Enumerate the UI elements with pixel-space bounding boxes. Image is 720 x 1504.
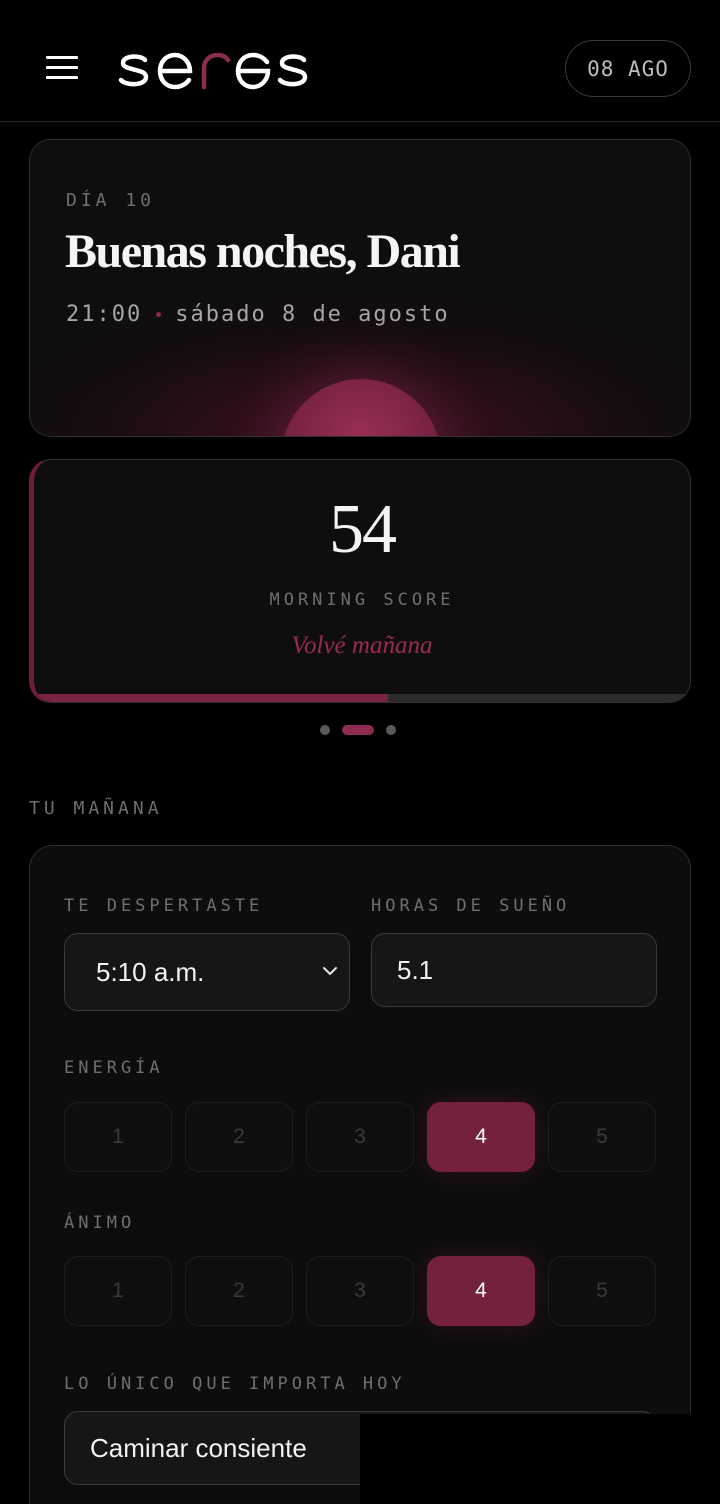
current-date: sábado 8 de agosto [175,302,450,327]
energy-option-4[interactable]: 4 [427,1102,535,1172]
mood-option-3[interactable]: 3 [306,1256,414,1326]
separator-dot [156,312,162,317]
chevron-down-icon [323,967,337,975]
carousel-indicator [320,724,396,736]
sleep-hours-input[interactable]: 5.1 [371,933,657,1007]
focus-label: LO ÚNICO QUE IMPORTA HOY [64,1374,406,1394]
time-date-line: 21:00 sábado 8 de agosto [66,302,450,327]
carousel-dot[interactable] [386,725,396,735]
energy-option-2[interactable]: 2 [185,1102,293,1172]
energy-scale: 12345 [64,1102,656,1172]
mood-option-4[interactable]: 4 [427,1256,535,1326]
mood-option-2[interactable]: 2 [185,1256,293,1326]
sleep-hours-value: 5.1 [397,954,434,985]
score-label: MORNING SCORE [269,590,455,610]
section-title: TU MAÑANA [29,798,163,819]
sleep-label: HORAS DE SUEÑO [371,896,571,916]
woke-label: TE DESPERTASTE [64,896,264,916]
energy-option-3[interactable]: 3 [306,1102,414,1172]
sunset-orb [281,379,441,436]
current-time: 21:00 [66,302,143,327]
energy-option-1[interactable]: 1 [64,1102,172,1172]
mood-label: ÁNIMO [64,1213,136,1233]
greeting-card[interactable]: DÍA 10 Buenas noches, Dani 21:00 sábado … [29,139,691,437]
mood-scale: 12345 [64,1256,656,1326]
greeting-title: Buenas noches, Dani [65,225,461,278]
score-progress-fill [34,694,389,702]
hamburger-menu-icon[interactable] [46,56,78,80]
mood-option-5[interactable]: 5 [548,1256,656,1326]
score-note: Volvé mañana [291,632,433,659]
energy-label: ENERGÍA [64,1058,164,1078]
morning-score-card[interactable]: 54 MORNING SCORE Volvé mañana [29,459,691,703]
carousel-dot[interactable] [342,725,374,735]
screen-overlay [360,1414,720,1504]
app-header: 08 AGO [0,0,720,122]
score-value: 54 [329,491,397,568]
score-progress-bar [34,694,690,702]
energy-option-5[interactable]: 5 [548,1102,656,1172]
carousel-dot[interactable] [320,725,330,735]
wake-time-select[interactable]: 5:10 a.m. [64,933,350,1011]
seres-logo [118,52,308,90]
mood-option-1[interactable]: 1 [64,1256,172,1326]
morning-form: TE DESPERTASTE 5:10 a.m. HORAS DE SUEÑO … [29,845,691,1504]
date-badge[interactable]: 08 AGO [565,40,691,97]
focus-value: Caminar consiente [90,1432,307,1463]
wake-time-value: 5:10 a.m. [96,956,205,987]
day-counter: DÍA 10 [66,190,156,211]
